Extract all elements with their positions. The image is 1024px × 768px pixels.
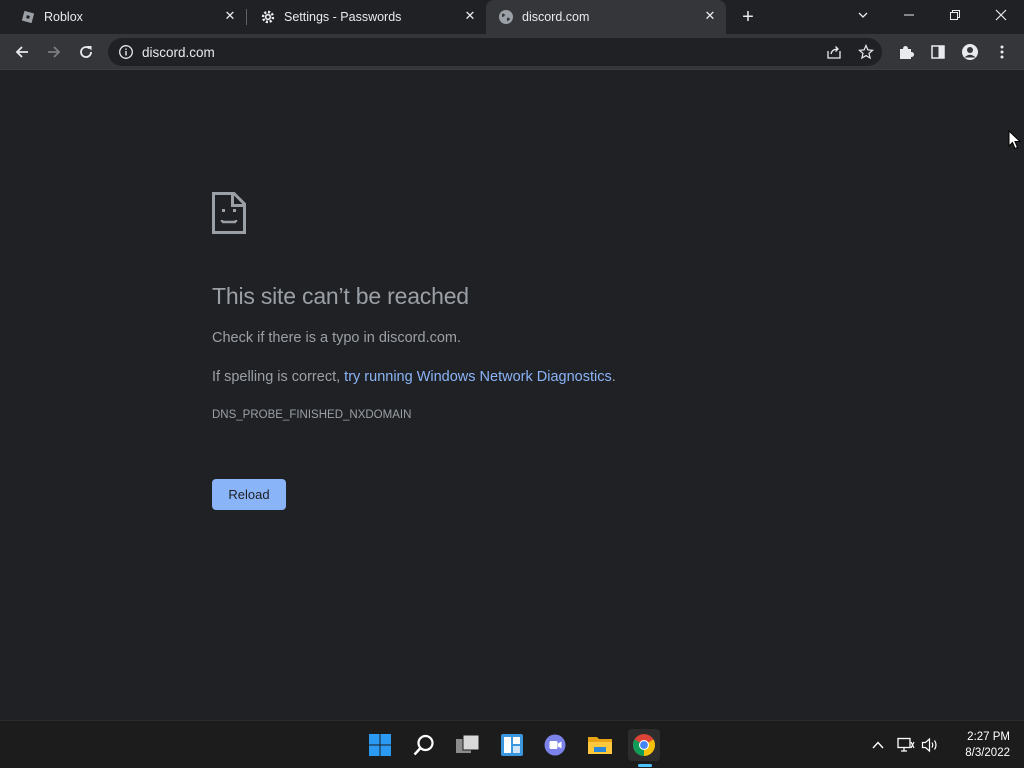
error-typo-hint: Check if there is a typo in discord.com. xyxy=(212,330,462,346)
tab-close-icon[interactable]: ✕ xyxy=(462,8,478,24)
reload-button[interactable]: Reload xyxy=(212,479,286,510)
windows-taskbar: 2:27 PM 8/3/2022 xyxy=(0,720,1024,768)
teams-chat-icon xyxy=(544,734,566,756)
clock-date: 8/3/2022 xyxy=(965,747,1010,759)
globe-icon xyxy=(499,10,513,24)
error-code: DNS_PROBE_FINISHED_NXDOMAIN xyxy=(212,409,412,421)
info-icon[interactable] xyxy=(118,44,134,60)
roblox-icon xyxy=(21,10,35,24)
back-arrow-icon xyxy=(15,46,28,58)
forward-arrow-icon xyxy=(48,46,61,58)
puzzle-icon xyxy=(900,46,914,59)
network-status-button[interactable] xyxy=(896,735,916,755)
active-app-indicator xyxy=(638,764,652,767)
chrome-button[interactable] xyxy=(628,729,660,761)
volume-button[interactable] xyxy=(920,735,940,755)
file-explorer-icon xyxy=(588,737,612,754)
tab-search-dropdown[interactable] xyxy=(851,5,875,27)
speaker-icon xyxy=(921,737,937,753)
hint-suffix: . xyxy=(611,369,616,385)
gear-icon xyxy=(261,10,275,24)
bookmark-button[interactable] xyxy=(856,42,876,62)
mouse-cursor-icon xyxy=(1008,130,1022,150)
sad-page-icon xyxy=(212,192,246,234)
tab-discord[interactable]: discord.com ✕ xyxy=(486,0,726,34)
search-button[interactable] xyxy=(408,729,440,761)
browser-toolbar: discord.com xyxy=(0,34,1024,70)
address-bar[interactable]: discord.com xyxy=(108,38,882,66)
minimize-icon xyxy=(904,14,914,16)
widgets-icon xyxy=(501,734,523,756)
error-page: This site can’t be reached Check if ther… xyxy=(0,70,1024,720)
chrome-icon xyxy=(633,734,655,756)
restore-icon xyxy=(950,10,960,20)
side-panel-icon xyxy=(931,45,945,59)
chevron-down-icon xyxy=(858,12,868,18)
teams-chat-button[interactable] xyxy=(540,729,572,761)
forward-button[interactable] xyxy=(42,40,66,64)
file-explorer-button[interactable] xyxy=(584,729,616,761)
start-icon xyxy=(369,734,391,756)
show-hidden-icons-button[interactable] xyxy=(868,735,888,755)
reload-toolbar-button[interactable] xyxy=(74,40,98,64)
hint-prefix: If spelling is correct, xyxy=(212,369,345,385)
task-view-icon xyxy=(456,734,480,753)
share-icon xyxy=(827,46,841,59)
extensions-button[interactable] xyxy=(894,40,918,64)
clock-time: 2:27 PM xyxy=(967,731,1010,743)
menu-button[interactable] xyxy=(990,40,1014,64)
tab-title: discord.com xyxy=(522,10,590,24)
widgets-button[interactable] xyxy=(496,729,528,761)
tab-roblox[interactable]: Roblox ✕ xyxy=(0,0,246,34)
search-icon xyxy=(413,734,434,756)
url-text: discord.com xyxy=(142,45,215,60)
network-diagnostics-link[interactable]: try running Windows Network Diagnostics xyxy=(344,369,612,385)
tab-close-icon[interactable]: ✕ xyxy=(222,8,238,24)
star-icon xyxy=(858,44,874,60)
task-view-button[interactable] xyxy=(452,729,484,761)
error-title: This site can’t be reached xyxy=(212,283,469,309)
start-button[interactable] xyxy=(364,729,396,761)
system-clock[interactable]: 2:27 PM 8/3/2022 xyxy=(950,729,1010,761)
close-icon xyxy=(995,9,1007,21)
share-button[interactable] xyxy=(824,42,844,62)
back-button[interactable] xyxy=(10,40,34,64)
new-tab-button[interactable]: + xyxy=(738,7,758,27)
tab-strip: Roblox ✕ Settings - Passwords ✕ discord.… xyxy=(0,0,1024,34)
profile-icon xyxy=(962,44,978,60)
side-panel-button[interactable] xyxy=(926,40,950,64)
error-diagnostics-hint: If spelling is correct, try running Wind… xyxy=(212,369,616,385)
minimize-button[interactable] xyxy=(897,5,921,27)
tab-settings-passwords[interactable]: Settings - Passwords ✕ xyxy=(240,0,486,34)
tab-close-icon[interactable]: ✕ xyxy=(702,8,718,24)
reload-icon xyxy=(80,46,92,58)
restore-button[interactable] xyxy=(943,5,967,27)
tab-title: Roblox xyxy=(44,10,83,24)
kebab-menu-icon xyxy=(1000,45,1004,59)
tab-title: Settings - Passwords xyxy=(284,10,402,24)
network-icon xyxy=(897,737,915,752)
profile-button[interactable] xyxy=(958,40,982,64)
chevron-up-icon xyxy=(872,741,884,749)
close-window-button[interactable] xyxy=(989,5,1013,27)
